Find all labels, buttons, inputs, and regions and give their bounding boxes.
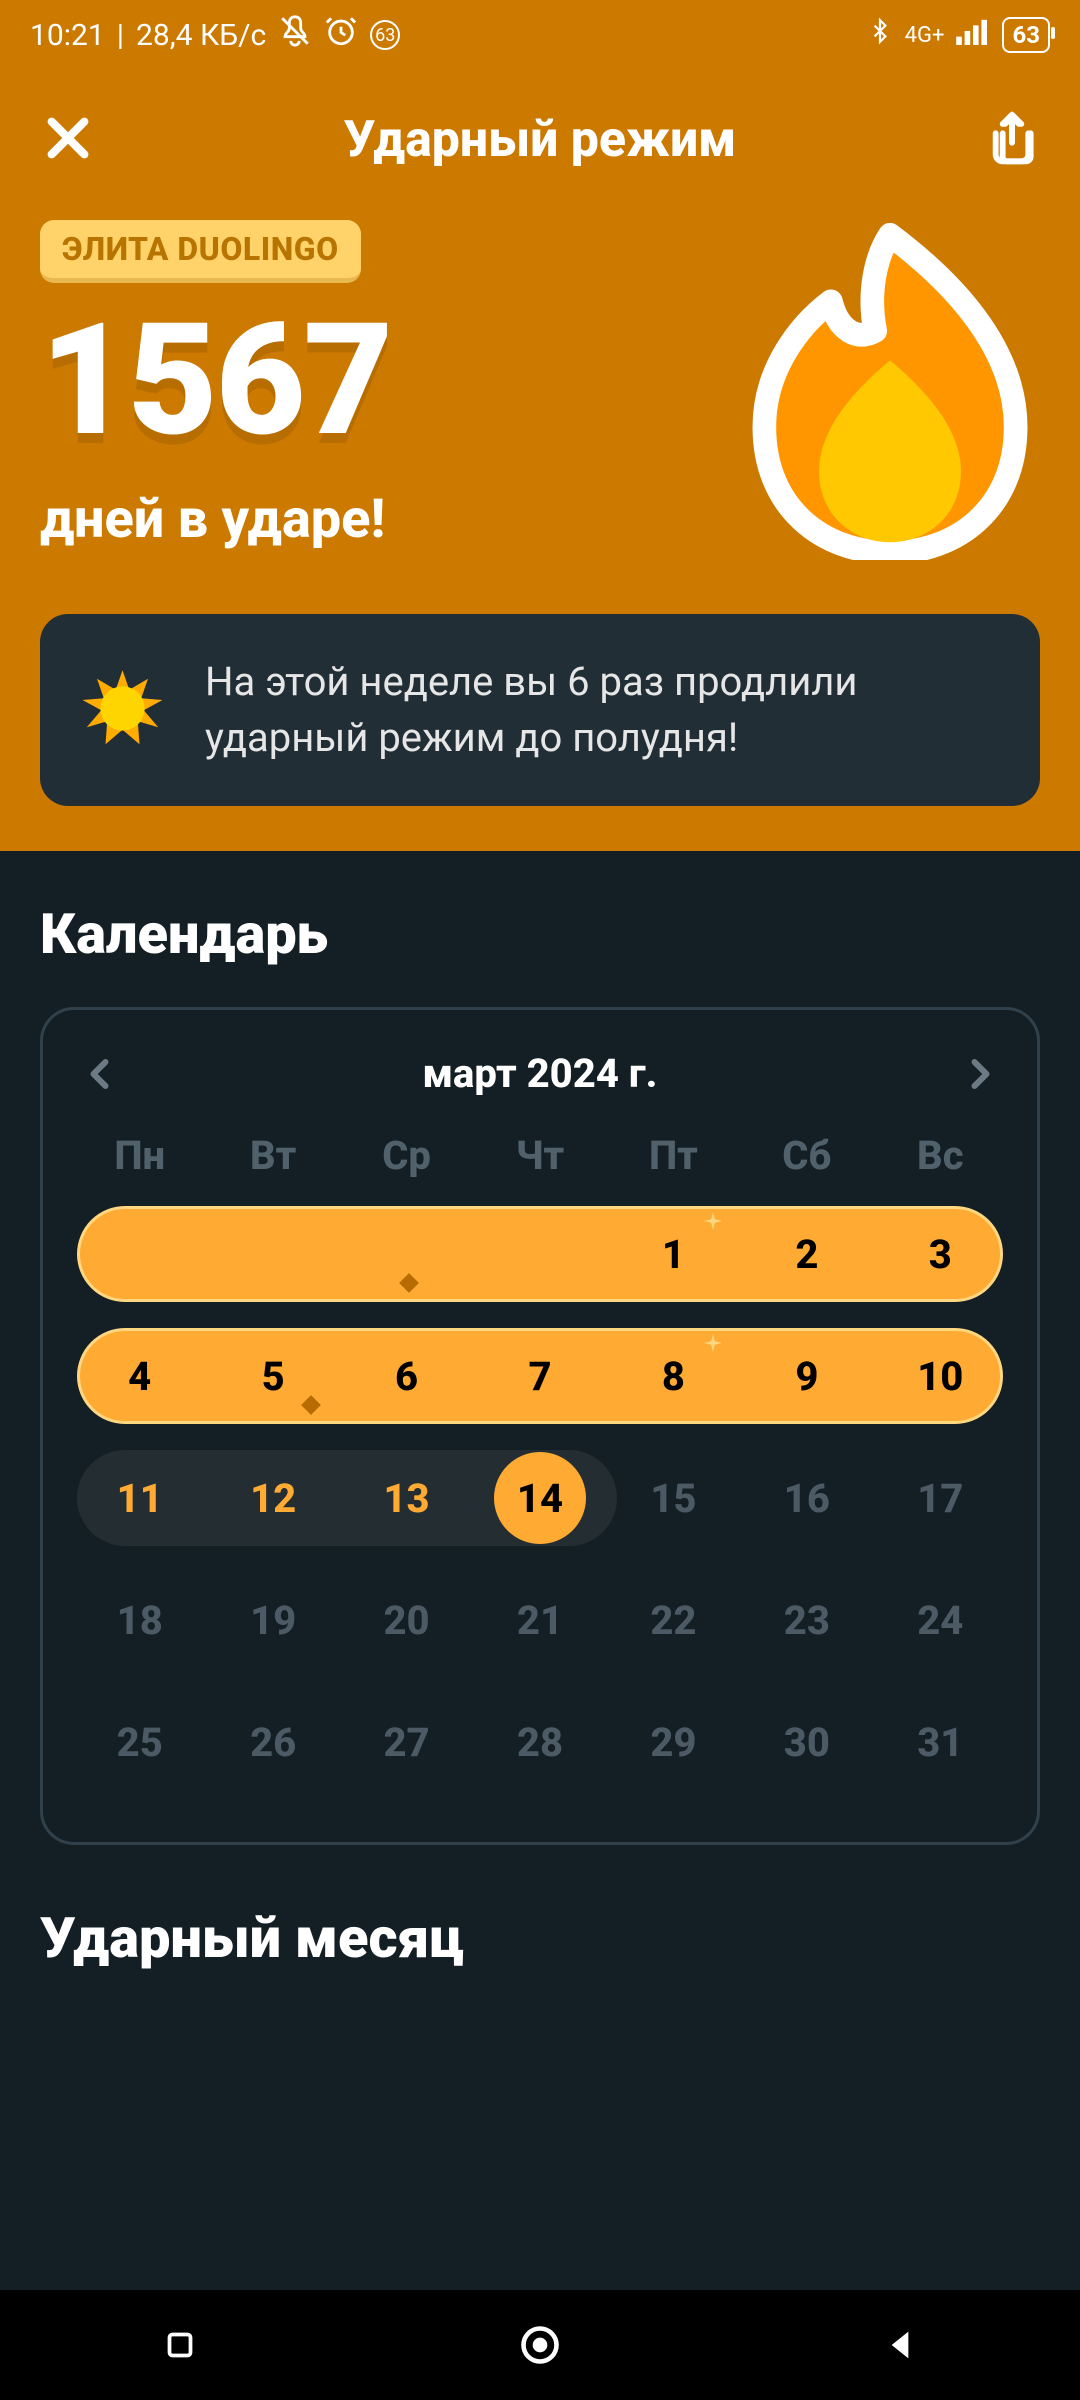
- calendar-day[interactable]: 24: [874, 1570, 1007, 1670]
- status-battery-small: 63: [370, 20, 400, 50]
- calendar-day[interactable]: 31: [874, 1692, 1007, 1792]
- mute-icon: [278, 14, 312, 56]
- calendar-day[interactable]: 23: [740, 1570, 873, 1670]
- weekday-label: Сб: [740, 1132, 873, 1179]
- calendar-day[interactable]: 17: [874, 1448, 1007, 1548]
- nav-recent-button[interactable]: [150, 2315, 210, 2375]
- next-month-button[interactable]: [961, 1056, 997, 1092]
- battery-icon: 63: [1002, 17, 1050, 53]
- calendar-day[interactable]: 19: [206, 1570, 339, 1670]
- status-left: 10:21 | 28,4 КБ/с 63: [30, 14, 400, 56]
- flame-icon: [740, 220, 1040, 564]
- streak-info: ЭЛИТА DUOLINGO 1567 дней в ударе!: [40, 220, 740, 551]
- calendar-day[interactable]: 22: [607, 1570, 740, 1670]
- weekly-info-text: На этой неделе вы 6 раз продлили ударный…: [205, 654, 1000, 766]
- weekday-label: Вт: [206, 1132, 339, 1179]
- sun-icon: [80, 666, 165, 755]
- streak-band: [77, 1206, 1003, 1302]
- bluetooth-icon: [867, 14, 893, 56]
- streak-subtitle: дней в ударе!: [40, 488, 740, 551]
- weekday-label: Вс: [874, 1132, 1007, 1179]
- status-speed: 28,4 КБ/с: [136, 18, 266, 53]
- status-time: 10:21: [30, 18, 105, 53]
- prev-month-button[interactable]: [83, 1056, 119, 1092]
- signal-icon: [956, 17, 990, 53]
- calendar-section: Календарь март 2024 г. Пн Вт Ср Чт Пт Сб…: [0, 851, 1080, 1971]
- weekday-label: Ср: [340, 1132, 473, 1179]
- share-icon[interactable]: [984, 110, 1040, 170]
- streak-row: ЭЛИТА DUOLINGO 1567 дней в ударе!: [40, 220, 1040, 564]
- calendar-day[interactable]: 27: [340, 1692, 473, 1792]
- streak-count: 1567: [40, 303, 740, 458]
- header-row: Ударный режим: [40, 110, 1040, 170]
- weekday-label: Чт: [473, 1132, 606, 1179]
- status-separator: |: [117, 18, 124, 53]
- page-title: Ударный режим: [344, 111, 737, 169]
- calendar-day[interactable]: 30: [740, 1692, 873, 1792]
- streak-month-title: Ударный месяц: [40, 1905, 1040, 1971]
- calendar-day[interactable]: 21: [473, 1570, 606, 1670]
- calendar-card: март 2024 г. Пн Вт Ср Чт Пт Сб Вс 1 2: [40, 1007, 1040, 1845]
- calendar-day[interactable]: 29: [607, 1692, 740, 1792]
- network-label: 4G+: [905, 23, 945, 48]
- status-bar: 10:21 | 28,4 КБ/с 63 4G+ 63: [0, 0, 1080, 70]
- weekday-row: Пн Вт Ср Чт Пт Сб Вс: [73, 1132, 1007, 1179]
- alarm-icon: [324, 14, 358, 56]
- weekday-label: Пт: [607, 1132, 740, 1179]
- close-icon[interactable]: [40, 110, 96, 170]
- status-right: 4G+ 63: [867, 14, 1050, 56]
- calendar-day[interactable]: 25: [73, 1692, 206, 1792]
- calendar-day[interactable]: 18: [73, 1570, 206, 1670]
- calendar-day[interactable]: 15: [607, 1448, 740, 1548]
- calendar-day[interactable]: 20: [340, 1570, 473, 1670]
- calendar-day[interactable]: 28: [473, 1692, 606, 1792]
- weekday-label: Пн: [73, 1132, 206, 1179]
- nav-back-button[interactable]: [870, 2315, 930, 2375]
- calendar-title: Календарь: [40, 901, 1040, 967]
- calendar-day[interactable]: 26: [206, 1692, 339, 1792]
- elite-badge: ЭЛИТА DUOLINGO: [40, 220, 361, 283]
- weekly-info-card: На этой неделе вы 6 раз продлили ударный…: [40, 614, 1040, 806]
- calendar-grid: 1 2 3 4 5 6 7 8 9 10 11 12 13 14 15 16 1…: [73, 1204, 1007, 1792]
- streak-hero: Ударный режим ЭЛИТА DUOLINGO 1567 дней в…: [0, 70, 1080, 851]
- sparkle-icon: [704, 1334, 722, 1352]
- system-nav-bar: [0, 2290, 1080, 2400]
- nav-home-button[interactable]: [510, 2315, 570, 2375]
- calendar-day[interactable]: 16: [740, 1448, 873, 1548]
- calendar-month-label: март 2024 г.: [423, 1050, 658, 1097]
- calendar-header: март 2024 г.: [73, 1050, 1007, 1097]
- sparkle-icon: [704, 1212, 722, 1230]
